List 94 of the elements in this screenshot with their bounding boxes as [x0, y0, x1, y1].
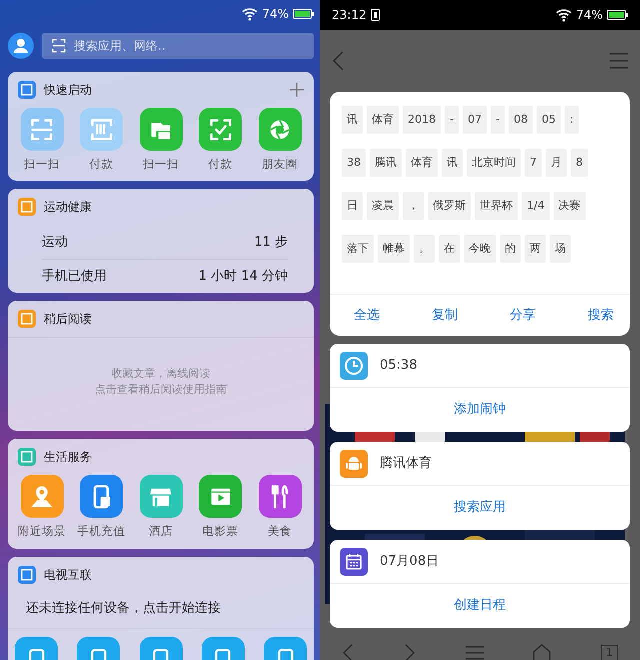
word-chip[interactable]: 体育: [406, 149, 438, 177]
app-shortcut[interactable]: 扫一扫: [134, 108, 188, 174]
menu-icon[interactable]: [610, 53, 628, 69]
stat-label: 运动: [42, 234, 68, 252]
wifi-icon: [556, 8, 572, 22]
app-shortcut[interactable]: 手机充值: [74, 475, 128, 540]
menu-icon[interactable]: [466, 646, 484, 660]
app-label: 附近场景: [18, 523, 66, 540]
word-chip[interactable]: 讯: [442, 149, 463, 177]
hint-text: 点击查看稍后阅读使用指南: [94, 382, 228, 398]
app-shortcut[interactable]: 付款: [194, 108, 248, 174]
word-chip[interactable]: 08: [508, 106, 533, 134]
word-chip[interactable]: 8: [571, 149, 588, 177]
app-shortcut[interactable]: 朋友圈: [253, 108, 307, 174]
word-chip[interactable]: 腾讯: [370, 149, 402, 177]
app-label: 付款: [208, 156, 232, 173]
word-chip[interactable]: 2018: [403, 106, 441, 134]
app-label: 酒店: [149, 523, 173, 540]
android-icon: [340, 450, 368, 478]
word-chip[interactable]: 讯: [342, 106, 363, 134]
word-chip[interactable]: 今晚: [464, 235, 496, 263]
battery-icon: [293, 9, 314, 19]
action-link[interactable]: 搜索应用: [330, 486, 630, 530]
app-label: 朋友圈: [262, 156, 298, 173]
widget-title: 运动健康: [44, 199, 93, 216]
battery-icon: [607, 10, 628, 20]
battery-percent: 74%: [262, 6, 289, 23]
stat-value: 11 步: [254, 234, 288, 252]
action-link[interactable]: 创建日程: [330, 584, 630, 628]
word-chip[interactable]: 场: [550, 235, 571, 263]
app-shortcut[interactable]: 酒店: [134, 475, 188, 540]
suggestion-text: 07月08日: [380, 552, 440, 571]
word-chip[interactable]: ，: [403, 192, 424, 220]
word-chip[interactable]: 两: [525, 235, 546, 263]
action-link[interactable]: 添加闹钟: [330, 388, 630, 432]
word-chip[interactable]: -: [490, 106, 505, 134]
word-chip[interactable]: 月: [546, 149, 567, 177]
widget-title: 生活服务: [44, 449, 93, 466]
app-label: 手机充值: [78, 523, 126, 540]
plus-icon[interactable]: [290, 83, 304, 97]
word-chip[interactable]: 05: [536, 106, 561, 134]
word-chip[interactable]: 决赛: [554, 192, 586, 220]
widget-title: 稍后阅读: [44, 311, 93, 328]
word-chip[interactable]: 07: [462, 106, 487, 134]
word-chip[interactable]: :: [564, 106, 579, 134]
word-chip[interactable]: 在: [439, 235, 460, 263]
word-chip[interactable]: 世界杯: [475, 192, 518, 220]
app-shortcut[interactable]: 电影票: [194, 475, 248, 540]
avatar-icon[interactable]: [8, 33, 34, 59]
app-shortcut[interactable]: 美食: [253, 475, 307, 540]
status-text: 还未连接任何设备，点击开始连接: [8, 592, 314, 629]
word-chip[interactable]: 的: [500, 235, 521, 263]
calendar-icon: [340, 548, 368, 576]
hint-text: 收藏文章，离线阅读: [110, 366, 212, 382]
wifi-icon: [242, 7, 258, 21]
action-link[interactable]: 搜索: [588, 306, 614, 326]
word-chip[interactable]: 凌晨: [367, 192, 399, 220]
word-chip[interactable]: 38: [342, 149, 366, 177]
battery-percent: 74%: [576, 7, 603, 24]
scan-icon[interactable]: [52, 39, 66, 53]
action-link[interactable]: 分享: [510, 306, 536, 326]
app-label: 美食: [268, 523, 292, 540]
stat-value: 1 小时 14 分钟: [198, 268, 288, 286]
suggestion-text: 05:38: [380, 356, 418, 375]
word-chip[interactable]: 俄罗斯: [428, 192, 471, 220]
word-chip[interactable]: 帷幕: [378, 235, 410, 263]
app-shortcut[interactable]: 付款: [74, 108, 128, 174]
app-shortcut[interactable]: 扫一扫: [15, 108, 69, 174]
word-chip[interactable]: -: [445, 106, 459, 134]
back-icon[interactable]: [332, 51, 344, 71]
status-time: 23:12: [332, 7, 367, 24]
app-label: 扫一扫: [24, 156, 60, 173]
action-link[interactable]: 全选: [354, 306, 380, 326]
word-chip[interactable]: 。: [414, 235, 435, 263]
app-label: 付款: [90, 156, 114, 173]
action-link[interactable]: 复制: [432, 306, 458, 326]
widget-title: 快速启动: [44, 82, 93, 99]
suggestion-text: 腾讯体育: [380, 454, 432, 473]
word-chip[interactable]: 北京时间: [467, 149, 521, 177]
word-chip[interactable]: 日: [342, 192, 363, 220]
sim-icon: [370, 9, 380, 21]
clock-icon: [340, 352, 368, 380]
app-label: 扫一扫: [143, 156, 179, 173]
word-chip[interactable]: 体育: [367, 106, 399, 134]
word-chip[interactable]: 1/4: [522, 192, 550, 220]
back-icon[interactable]: [342, 644, 354, 660]
word-chip[interactable]: 7: [525, 149, 542, 177]
forward-icon[interactable]: [404, 644, 416, 660]
app-shortcut[interactable]: 附近场景: [15, 475, 69, 540]
widget-title: 电视互联: [44, 566, 93, 584]
app-label: 电影票: [202, 523, 238, 540]
word-chip[interactable]: 落下: [342, 235, 374, 263]
home-icon[interactable]: [533, 644, 552, 660]
stat-label: 手机已使用: [42, 268, 107, 286]
